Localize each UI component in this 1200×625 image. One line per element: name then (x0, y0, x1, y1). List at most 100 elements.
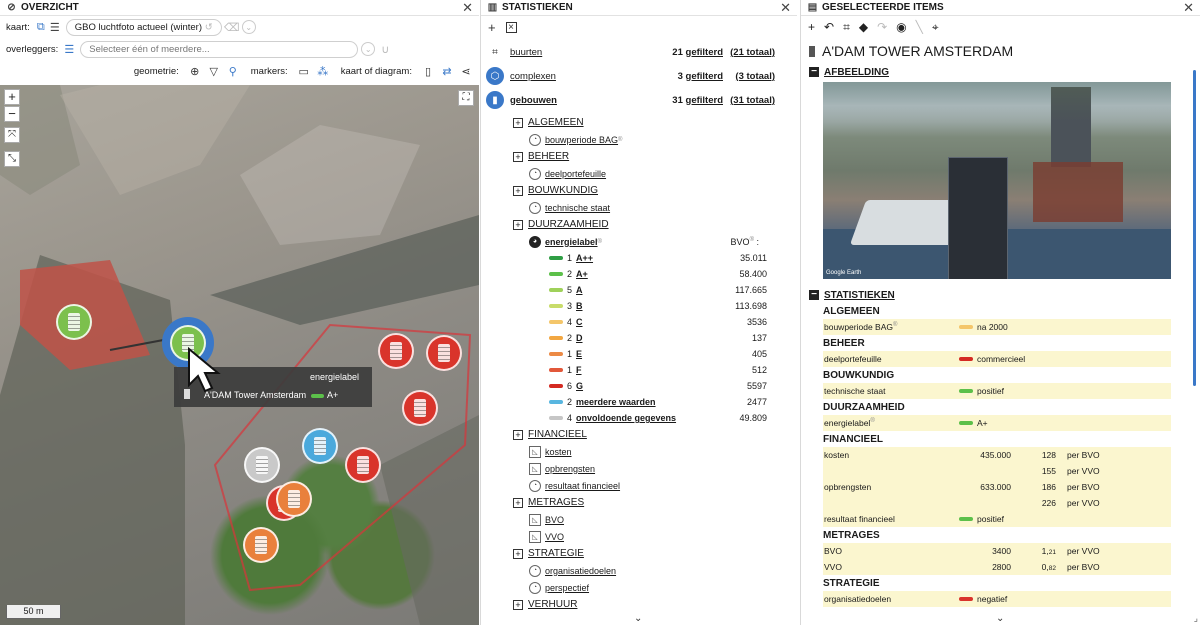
stat-technische-staat[interactable]: ◔ technische staat (481, 199, 797, 216)
map-icon[interactable]: ▯ (421, 64, 435, 78)
stat-perspectief[interactable]: ◔ perspectief (481, 579, 797, 596)
expand-icon[interactable]: + (513, 548, 523, 559)
eraser-icon[interactable]: ◆ (859, 20, 868, 34)
section-statistieken[interactable]: − STATISTIEKEN (801, 287, 1191, 303)
energielabel-row[interactable]: 5 A 117.665 (481, 282, 797, 298)
energielabel-row[interactable]: 4 onvoldoende gegevens 49.809 (481, 410, 797, 426)
building-marker[interactable] (378, 333, 414, 369)
expand-icon[interactable]: + (513, 429, 523, 440)
clear-icon[interactable]: × (505, 21, 517, 33)
stat-energielabel[interactable]: ◕ energielabel ® BVO® : (481, 233, 797, 250)
building-marker[interactable] (426, 335, 462, 371)
list-icon[interactable]: ☰ (62, 42, 76, 56)
swap-icon[interactable]: ⇄ (440, 64, 454, 78)
label-name[interactable]: B (576, 301, 583, 311)
globe-icon[interactable]: ⊕ (188, 64, 202, 78)
label-name[interactable]: E (576, 349, 582, 359)
energielabel-row[interactable]: 1 E 405 (481, 346, 797, 362)
eye-icon[interactable]: ◉ (896, 20, 906, 34)
summary-row-gebouwen[interactable]: ▮ gebouwen 31 gefilterd (31 totaal) (481, 88, 797, 112)
label-name[interactable]: F (576, 365, 582, 375)
category-beheer[interactable]: + BEHEER (481, 148, 797, 165)
resize-corner-icon[interactable]: ⌟ (1194, 613, 1198, 624)
building-marker[interactable] (276, 481, 312, 517)
category-algemeen[interactable]: + ALGEMEEN (481, 114, 797, 131)
label-name[interactable]: meerdere waarden (576, 397, 656, 407)
energielabel-row[interactable]: 2 A+ 58.400 (481, 266, 797, 282)
list-icon[interactable]: ☰ (48, 20, 62, 34)
close-icon[interactable]: ✕ (1183, 0, 1194, 16)
scroll-down-icon[interactable]: ⌄ (996, 613, 1004, 624)
add-icon[interactable]: + (808, 20, 815, 34)
label-name[interactable]: A+ (576, 269, 588, 279)
fullscreen-icon[interactable]: ⛶ (458, 90, 474, 106)
expand-icon[interactable]: + (513, 219, 523, 230)
comment-icon[interactable]: ▭ (297, 64, 311, 78)
eraser-icon[interactable]: ⌫ (224, 20, 240, 34)
redo-icon[interactable]: ↷ (877, 20, 887, 34)
zoom-in-button[interactable]: + (4, 89, 20, 105)
summary-row-complexen[interactable]: ⬡ complexen 3 gefilterd (3 totaal) (481, 64, 797, 88)
summary-label[interactable]: buurten (510, 47, 542, 58)
extent-icon[interactable]: ⤧ (4, 127, 20, 143)
stat-vvo[interactable]: ◺ VVO (481, 528, 797, 545)
energielabel-row[interactable]: 3 B 113.698 (481, 298, 797, 314)
stat-kosten[interactable]: ◺ kosten (481, 443, 797, 460)
building-marker[interactable] (244, 447, 280, 483)
stat-deelportefeuille[interactable]: ◔ deelportefeuille (481, 165, 797, 182)
summary-row-buurten[interactable]: ⌗ buurten 21 gefilterd (21 totaal) (481, 40, 797, 64)
layers-icon[interactable]: ⧉ (34, 20, 48, 34)
stat-resultaat[interactable]: ◔ resultaat financieel (481, 477, 797, 494)
category-financieel[interactable]: + FINANCIEEL (481, 426, 797, 443)
expand-icon[interactable]: + (513, 599, 523, 610)
magnet-icon[interactable]: ∪ (378, 42, 392, 56)
expand-icon[interactable]: + (513, 185, 523, 196)
fit-selection-icon[interactable]: ⤡ (4, 151, 20, 167)
map-canvas[interactable]: + − ⤧ ⤡ ⛶ energielabel A'DAM Tower Amste… (0, 85, 479, 625)
label-name[interactable]: C (576, 317, 583, 327)
zoom-out-button[interactable]: − (4, 106, 20, 122)
collapse-icon[interactable]: − (809, 290, 819, 300)
label-name[interactable]: A++ (576, 253, 593, 263)
category-bouwkundig[interactable]: + BOUWKUNDIG (481, 182, 797, 199)
crop-icon[interactable]: ⌗ (843, 20, 850, 35)
stat-opbrengsten[interactable]: ◺ opbrengsten (481, 460, 797, 477)
label-name[interactable]: G (576, 381, 583, 391)
section-afbeelding[interactable]: − AFBEELDING (801, 64, 1191, 80)
category-verhuur[interactable]: + VERHUUR (481, 596, 797, 613)
kaart-select[interactable]: GBO luchtfoto actueel (winter) ↺ (65, 18, 222, 36)
category-metrages[interactable]: + METRAGES (481, 494, 797, 511)
chevron-down-icon[interactable]: ⌄ (361, 42, 376, 56)
network-icon[interactable]: ⁂ (316, 64, 330, 78)
energielabel-row[interactable]: 4 C 3536 (481, 314, 797, 330)
expand-icon[interactable]: + (513, 151, 523, 162)
pin-icon[interactable]: ⚲ (226, 64, 240, 78)
close-icon[interactable]: ✕ (780, 0, 791, 16)
add-icon[interactable]: + (488, 20, 496, 35)
category-duurzaamheid[interactable]: + DUURZAAMHEID (481, 216, 797, 233)
energielabel-row[interactable]: 2 D 137 (481, 330, 797, 346)
target-icon[interactable]: ⌖ (932, 20, 939, 35)
summary-label[interactable]: gebouwen (510, 95, 557, 106)
undo-icon[interactable]: ↶ (824, 20, 834, 34)
energielabel-row[interactable]: 6 G 5597 (481, 378, 797, 394)
close-icon[interactable]: ✕ (462, 0, 473, 16)
building-marker[interactable] (302, 428, 338, 464)
building-marker[interactable] (243, 527, 279, 563)
chevron-down-icon[interactable]: ⌄ (241, 20, 256, 34)
line-icon[interactable]: ╲ (916, 20, 923, 34)
energielabel-row[interactable]: 1 A++ 35.011 (481, 250, 797, 266)
summary-label[interactable]: complexen (510, 71, 556, 82)
stat-organisatiedoelen[interactable]: ◔ organisatiedoelen (481, 562, 797, 579)
scroll-down-icon[interactable]: ⌄ (634, 613, 642, 624)
reset-icon[interactable]: ↺ (205, 22, 213, 33)
label-name[interactable]: onvoldoende gegevens (576, 413, 676, 423)
expand-icon[interactable]: + (513, 117, 523, 128)
expand-icon[interactable]: + (513, 497, 523, 508)
label-name[interactable]: D (576, 333, 583, 343)
stat-bouwperiode[interactable]: ◔ bouwperiode BAG ® (481, 131, 797, 148)
energielabel-row[interactable]: 1 F 512 (481, 362, 797, 378)
share-icon[interactable]: ⋖ (459, 64, 473, 78)
building-marker[interactable] (402, 390, 438, 426)
building-marker[interactable] (345, 447, 381, 483)
